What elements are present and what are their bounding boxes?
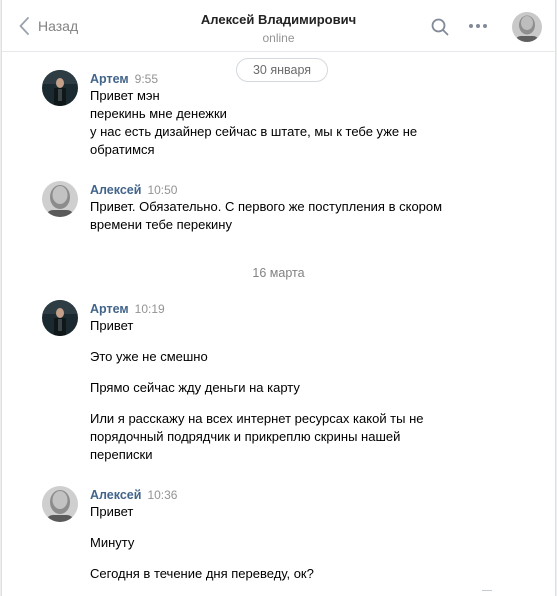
author-name[interactable]: Артем [90, 72, 129, 86]
message-content: Артем 10:19 Привет Это уже не смешно Прям… [90, 300, 490, 464]
date-divider: 16 марта [252, 266, 305, 280]
message-text: Сегодня в течение дня переведу, ок? [90, 566, 314, 581]
search-icon[interactable] [431, 18, 449, 36]
message-text: Привет [90, 318, 134, 333]
header-avatar[interactable] [512, 12, 542, 42]
message-text: Привет [90, 504, 134, 519]
message-text: Прямо сейчас жду деньги на карту [90, 380, 300, 395]
author-name[interactable]: Алексей [90, 488, 141, 502]
message-text: Привет. Обязательно. С первого же поступ… [90, 199, 443, 214]
message-content: Алексей 10:50 Привет. Обязательно. С перв… [90, 181, 490, 234]
chat-header: Назад Алексей Владимирович online [2, 0, 555, 52]
avatar[interactable] [42, 70, 78, 106]
message-content: Алексей 10:36 Привет Минуту Сегодня в теч… [90, 486, 490, 583]
online-status: online [262, 31, 295, 45]
message-text: Это уже не смешно [90, 349, 208, 364]
message-content: Артем 9:55 Привет мэн перекинь мне денежк… [90, 70, 490, 159]
message-time: 10:36 [147, 488, 178, 502]
message-text: переписки [90, 447, 153, 462]
message-text: Привет мэн [90, 88, 160, 103]
chat-window: Назад Алексей Владимирович online 30 янв… [1, 0, 556, 596]
scroll-edge-marker [482, 590, 492, 596]
message-text: у нас есть дизайнер сейчас в штате, мы к… [90, 124, 418, 139]
message-time: 10:19 [134, 302, 165, 316]
message-text: Минуту [90, 535, 135, 550]
message-text: времени тебе перекину [90, 217, 232, 232]
avatar[interactable] [42, 300, 78, 336]
avatar[interactable] [42, 486, 78, 522]
message-text: обратимся [90, 142, 155, 157]
message-text: Или я расскажу на всех интернет ресурсах… [90, 411, 424, 426]
message-text: порядочный подрядчик и прикреплю скрины … [90, 429, 401, 444]
message-text: перекинь мне денежки [90, 106, 227, 121]
more-options-icon[interactable] [469, 24, 487, 28]
author-name[interactable]: Алексей [90, 183, 141, 197]
message-time: 10:50 [147, 183, 178, 197]
author-name[interactable]: Артем [90, 302, 129, 316]
chat-title-block[interactable]: Алексей Владимирович online [2, 11, 555, 46]
avatar[interactable] [42, 181, 78, 217]
message-time: 9:55 [134, 72, 159, 86]
